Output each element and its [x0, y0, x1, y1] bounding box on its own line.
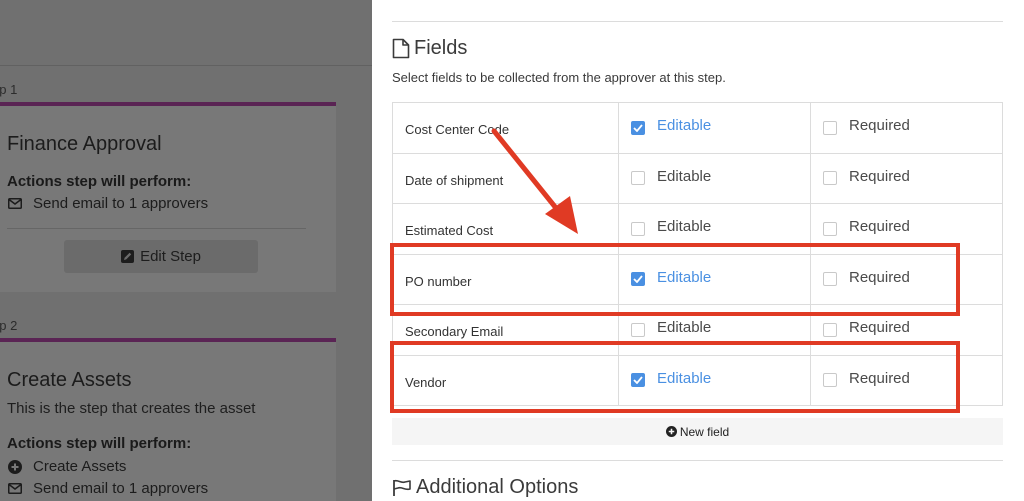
required-cell: Required [810, 102, 1003, 154]
checkbox-icon[interactable] [631, 322, 645, 337]
action-text: Create Assets [33, 458, 127, 475]
envelope-icon [7, 198, 23, 209]
fields-section-title: Fields [392, 37, 467, 60]
required-checkbox[interactable]: Required [823, 319, 1002, 338]
required-cell: Required [810, 152, 1003, 204]
action-item: Send email to 1 approvers [7, 480, 208, 497]
additional-options-label: Additional Options [416, 476, 579, 498]
checkbox-icon[interactable] [823, 322, 837, 337]
checkbox-icon[interactable] [823, 221, 837, 236]
divider [392, 460, 1003, 461]
highlight-box-po-number [390, 243, 960, 316]
field-row: Date of shipment Editable Required [392, 152, 1003, 204]
step-card-create-assets: Create Assets This is the step that crea… [0, 338, 336, 501]
plus-circle-icon [7, 459, 23, 474]
divider [392, 21, 1003, 22]
editable-checkbox[interactable]: Editable [631, 117, 810, 136]
step-description: This is the step that creates the asset [7, 400, 256, 417]
step-title: Finance Approval [7, 133, 162, 155]
step-2-label: ep 2 [0, 318, 18, 333]
step-1-label: ep 1 [0, 82, 18, 97]
required-label: Required [849, 167, 910, 185]
step-title: Create Assets [7, 369, 132, 391]
fields-title: Fields [414, 37, 468, 59]
required-checkbox[interactable]: Required [823, 218, 1002, 237]
required-checkbox[interactable]: Required [823, 167, 1002, 187]
editable-label: Editable [657, 218, 712, 236]
step-card-finance-approval: Finance Approval Actions step will perfo… [0, 102, 336, 292]
actions-heading: Actions step will perform: [7, 173, 192, 190]
checkbox-icon[interactable] [823, 171, 837, 186]
workflow-header [0, 0, 372, 66]
editable-label: Editable [657, 319, 712, 337]
required-label: Required [849, 117, 910, 135]
plus-circle-icon [665, 426, 677, 437]
editable-checkbox[interactable]: Editable [631, 218, 810, 237]
field-row: Cost Center Code Editable Required [392, 102, 1003, 154]
editable-label: Editable [657, 167, 712, 185]
additional-options-title: Additional Options [392, 476, 578, 499]
checkbox-icon[interactable] [631, 171, 645, 186]
required-label: Required [849, 319, 910, 337]
required-checkbox[interactable]: Required [823, 117, 1002, 136]
editable-cell: Editable [618, 102, 811, 154]
field-name: Date of shipment [392, 152, 619, 204]
edit-icon [121, 250, 135, 263]
workflow-panel: ep 1 Finance Approval Actions step will … [0, 0, 372, 501]
edit-step-label: Edit Step [140, 248, 201, 265]
action-item: Send email to 1 approvers [7, 195, 208, 212]
checkbox-icon[interactable] [823, 120, 837, 135]
editable-cell: Editable [618, 152, 811, 204]
editable-checkbox[interactable]: Editable [631, 319, 810, 338]
field-name: Cost Center Code [392, 102, 619, 154]
editable-checkbox[interactable]: Editable [631, 167, 810, 187]
edit-step-button[interactable]: Edit Step [64, 240, 258, 273]
checkbox-icon[interactable] [631, 221, 645, 236]
editable-label: Editable [657, 117, 712, 135]
required-label: Required [849, 218, 910, 236]
envelope-icon [7, 483, 23, 494]
divider [7, 228, 306, 229]
flag-icon [392, 479, 412, 497]
actions-heading: Actions step will perform: [7, 435, 192, 452]
action-text: Send email to 1 approvers [33, 480, 209, 497]
checkbox-icon[interactable] [631, 120, 645, 135]
highlight-box-vendor [390, 341, 960, 413]
fields-description: Select fields to be collected from the a… [392, 70, 726, 85]
action-text: Send email to 1 approvers [33, 195, 209, 212]
new-field-button[interactable]: New field [392, 418, 1003, 445]
new-field-label: New field [679, 424, 730, 439]
action-item: Create Assets [7, 458, 126, 475]
file-icon [392, 38, 410, 59]
